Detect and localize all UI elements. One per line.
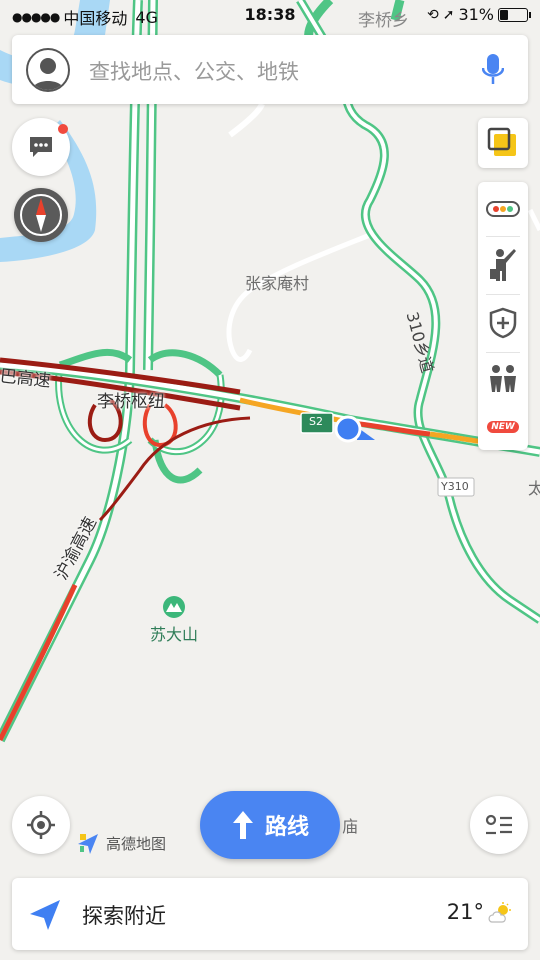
people-button[interactable] bbox=[478, 354, 528, 404]
map-label-y310: Y310 bbox=[441, 480, 469, 493]
mountain-icon bbox=[163, 596, 185, 618]
compass-button[interactable] bbox=[14, 188, 68, 242]
list-icon bbox=[485, 814, 512, 835]
explore-nearby-label: 探索附近 bbox=[82, 904, 166, 928]
route-button[interactable]: 路线 bbox=[200, 791, 340, 859]
divider bbox=[486, 352, 520, 353]
battery-icon bbox=[498, 7, 531, 22]
amap-logo: 高德地图 bbox=[76, 830, 166, 856]
current-location-dot bbox=[334, 415, 362, 443]
battery-percent: 31% bbox=[458, 5, 494, 24]
notification-dot bbox=[58, 124, 68, 134]
safety-button[interactable] bbox=[478, 298, 528, 348]
map-label-temple: 庙 bbox=[342, 817, 359, 836]
hail-taxi-button[interactable] bbox=[478, 240, 528, 290]
logo-text: 高德地图 bbox=[106, 834, 167, 853]
traffic-toggle[interactable] bbox=[478, 184, 528, 234]
divider bbox=[486, 236, 520, 237]
partly-cloudy-icon bbox=[488, 902, 511, 923]
route-arrow-icon bbox=[232, 811, 253, 839]
message-icon bbox=[30, 137, 52, 157]
locate-icon bbox=[27, 811, 55, 839]
map-tools-panel: NEW bbox=[478, 182, 528, 450]
search-bar[interactable]: 查找地点、公交、地铁 bbox=[12, 35, 528, 104]
map-label-highway-west: 巴高速 bbox=[0, 366, 52, 392]
layers-button[interactable] bbox=[478, 118, 528, 168]
status-bar: ●●●●● 中国移动 4G 18:38 ⟲ ➚ 31% bbox=[0, 0, 540, 32]
user-avatar-icon bbox=[32, 58, 64, 90]
explore-nearby-bar[interactable]: 探索附近 21° bbox=[12, 878, 528, 950]
divider bbox=[486, 294, 520, 295]
avatar-button[interactable] bbox=[26, 48, 70, 92]
shield-plus-icon bbox=[489, 307, 517, 339]
map-label-edge: 太 bbox=[528, 479, 540, 498]
locate-button[interactable] bbox=[12, 796, 70, 854]
compass-icon bbox=[20, 194, 62, 236]
traffic-light-icon bbox=[486, 201, 520, 217]
temperature: 21° bbox=[446, 900, 484, 924]
microphone-icon[interactable] bbox=[482, 53, 504, 87]
new-badge: NEW bbox=[487, 421, 519, 433]
amap-logo-icon bbox=[78, 834, 98, 854]
people-icon bbox=[490, 365, 516, 392]
navigation-arrow-icon bbox=[30, 900, 60, 930]
map-label-village: 张家庵村 bbox=[245, 274, 310, 293]
map-label-s2: S2 bbox=[309, 415, 323, 428]
new-feature-button[interactable]: NEW bbox=[478, 402, 528, 452]
map-screen: 李桥乡 张家庵村 李桥枢纽 巴高速 沪渝高速 310乡道 S2 Y310 苏大山… bbox=[0, 0, 540, 960]
list-button[interactable] bbox=[470, 796, 528, 854]
search-input[interactable]: 查找地点、公交、地铁 bbox=[89, 56, 299, 86]
map-label-interchange: 李桥枢纽 bbox=[97, 392, 165, 412]
hail-icon bbox=[490, 249, 516, 281]
location-arrow-icon: ➚ bbox=[442, 6, 455, 23]
layers-icon bbox=[487, 127, 516, 156]
lock-rotation-icon: ⟲ bbox=[426, 6, 439, 23]
map-label-mountain: 苏大山 bbox=[150, 625, 199, 644]
route-button-label: 路线 bbox=[264, 815, 309, 840]
